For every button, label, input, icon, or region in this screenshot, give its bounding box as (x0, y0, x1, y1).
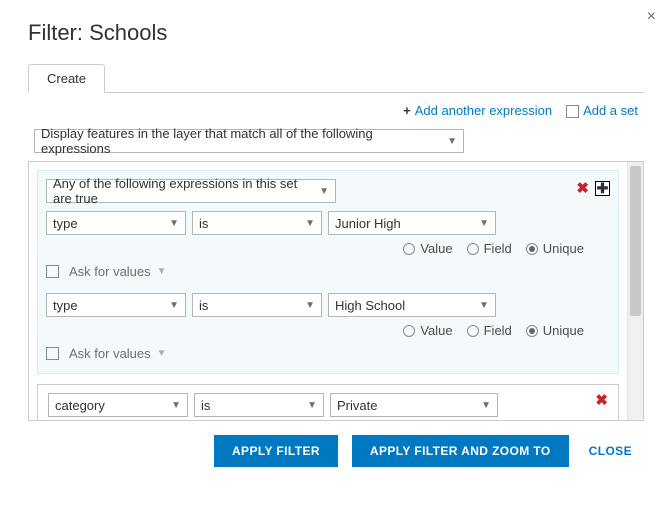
value-type-radios: Value Field Unique (46, 241, 610, 256)
filter-dialog: × Filter: Schools Create +Add another ex… (0, 0, 672, 485)
operator-select[interactable]: is▼ (192, 293, 322, 317)
apply-filter-button[interactable]: APPLY FILTER (214, 435, 338, 467)
set-mode-select[interactable]: Any of the following expressions in this… (46, 179, 336, 203)
radio-unique[interactable]: Unique (526, 241, 584, 256)
close-icon[interactable]: × (647, 8, 656, 26)
match-mode-select[interactable]: Display features in the layer that match… (34, 129, 464, 153)
plus-icon: + (403, 103, 411, 118)
expressions-body: Any of the following expressions in this… (28, 161, 644, 421)
radio-unique[interactable]: Unique (526, 323, 584, 338)
chevron-down-icon: ▼ (157, 266, 167, 277)
ask-for-values[interactable]: Ask for values ▼ (46, 344, 610, 365)
value-select[interactable]: High School▼ (328, 293, 496, 317)
radio-field[interactable]: Field (467, 241, 512, 256)
value-select[interactable]: Private▼ (330, 393, 498, 417)
scrollbar-thumb[interactable] (630, 166, 641, 316)
close-button[interactable]: CLOSE (583, 435, 638, 467)
field-select[interactable]: type▼ (46, 211, 186, 235)
radio-value[interactable]: Value (403, 241, 452, 256)
operator-select[interactable]: is▼ (194, 393, 324, 417)
chevron-down-icon: ▼ (311, 186, 329, 197)
dialog-footer: APPLY FILTER APPLY FILTER AND ZOOM TO CL… (28, 421, 644, 473)
delete-set-icon[interactable]: ✖ (576, 179, 589, 197)
dialog-title: Filter: Schools (28, 20, 644, 46)
add-to-set-icon[interactable]: ✚ (595, 181, 610, 196)
match-mode-label: Display features in the layer that match… (41, 126, 439, 156)
radio-value[interactable]: Value (403, 323, 452, 338)
expression-set: Any of the following expressions in this… (37, 170, 619, 374)
field-select[interactable]: category▼ (48, 393, 188, 417)
value-select[interactable]: Junior High▼ (328, 211, 496, 235)
operator-select[interactable]: is▼ (192, 211, 322, 235)
checkbox-icon (46, 265, 59, 278)
ask-for-values[interactable]: Ask for values ▼ (46, 262, 610, 283)
expression-row: ✖ category▼ is▼ Private▼ Value Field Uni… (37, 384, 619, 420)
scrollbar[interactable] (627, 162, 643, 420)
value-type-radios: Value Field Unique (46, 323, 610, 338)
expression-toolbar: +Add another expression Add a set (28, 93, 644, 126)
add-expression-link[interactable]: +Add another expression (403, 103, 552, 118)
checkbox-icon (46, 347, 59, 360)
field-select[interactable]: type▼ (46, 293, 186, 317)
tabstrip: Create (28, 64, 644, 93)
tab-create[interactable]: Create (28, 64, 105, 93)
expression-row: type▼ is▼ High School▼ Value Field Uniqu… (46, 293, 610, 365)
add-set-link[interactable]: Add a set (566, 103, 638, 118)
chevron-down-icon: ▼ (157, 348, 167, 359)
radio-field[interactable]: Field (467, 323, 512, 338)
expression-row: type▼ is▼ Junior High▼ Value Field Uniqu… (46, 211, 610, 283)
expressions-scroll: Any of the following expressions in this… (29, 162, 627, 420)
apply-filter-zoom-button[interactable]: APPLY FILTER AND ZOOM TO (352, 435, 569, 467)
delete-expression-icon[interactable]: ✖ (595, 391, 608, 409)
chevron-down-icon: ▼ (439, 136, 457, 147)
checkbox-icon (566, 105, 579, 118)
